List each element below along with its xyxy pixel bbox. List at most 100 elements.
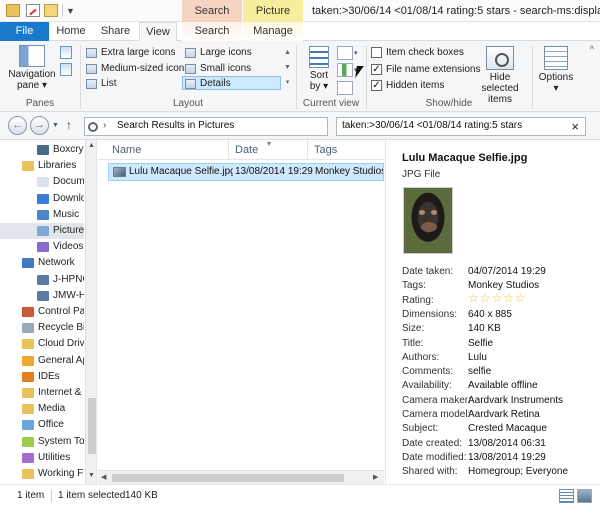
layout-list[interactable]: List bbox=[84, 77, 117, 91]
options-button[interactable]: Options ▾ bbox=[536, 46, 576, 94]
nav-scrollbar[interactable]: ▲ ▼ bbox=[85, 140, 96, 484]
nav-item[interactable]: Working Files bbox=[0, 466, 84, 482]
nav-item[interactable]: Utilities bbox=[0, 450, 84, 466]
preview-pane-icon[interactable] bbox=[60, 46, 72, 59]
nav-item[interactable]: Downloads bbox=[0, 191, 84, 207]
scroll-left-icon[interactable]: ◀ bbox=[101, 473, 106, 481]
nav-item[interactable]: J-HPNC bbox=[0, 272, 84, 288]
property-value[interactable]: selfie bbox=[468, 366, 491, 377]
rating-stars[interactable]: ☆☆☆☆☆ bbox=[468, 292, 527, 304]
new-folder-icon[interactable] bbox=[44, 4, 58, 17]
nav-item[interactable]: Control Panel bbox=[0, 304, 84, 320]
nav-item[interactable]: Boxcryptor bbox=[0, 142, 84, 158]
scroll-down-icon[interactable]: ▼ bbox=[88, 472, 95, 479]
tab-share[interactable]: Share bbox=[93, 22, 138, 41]
panes-group-label: Panes bbox=[25, 98, 55, 109]
back-button[interactable]: ← bbox=[8, 116, 27, 135]
add-columns-icon[interactable] bbox=[337, 63, 353, 77]
nav-item[interactable]: Libraries bbox=[0, 158, 84, 174]
property-value[interactable]: Homegroup; Everyone bbox=[468, 466, 568, 477]
documents-icon bbox=[37, 177, 49, 188]
tab-manage[interactable]: Manage bbox=[243, 22, 303, 41]
layout-details[interactable]: Details bbox=[182, 76, 281, 90]
size-columns-icon[interactable] bbox=[337, 81, 353, 95]
layout-extra-large-icons[interactable]: Extra large icons bbox=[84, 46, 175, 60]
property-value[interactable]: Monkey Studios bbox=[468, 280, 539, 291]
property-value[interactable]: Aardvark Retina bbox=[468, 409, 540, 420]
nav-item[interactable]: Internet & Network bbox=[0, 385, 84, 401]
tab-file[interactable]: File bbox=[0, 22, 49, 41]
layout-large-icons[interactable]: Large icons bbox=[183, 46, 252, 60]
column-name[interactable]: Name bbox=[106, 140, 229, 160]
table-row[interactable]: Lulu Macaque Selfie.jpg 13/08/2014 19:29… bbox=[108, 163, 384, 181]
tab-home[interactable]: Home bbox=[49, 22, 93, 41]
star-icon[interactable]: ☆ bbox=[492, 291, 504, 305]
nav-item[interactable]: Cloud Drives bbox=[0, 336, 84, 352]
scrollbar-thumb[interactable] bbox=[88, 398, 96, 454]
sort-by-button[interactable]: Sort by ▾ bbox=[304, 46, 334, 92]
clear-search-icon[interactable]: × bbox=[571, 119, 579, 134]
column-date[interactable]: Date ▾ bbox=[229, 139, 308, 160]
nav-item[interactable]: General Apps bbox=[0, 353, 84, 369]
tab-search[interactable]: Search bbox=[182, 22, 242, 41]
recent-locations-icon[interactable]: ▼ bbox=[52, 122, 59, 129]
tab-view[interactable]: View bbox=[139, 22, 177, 42]
properties-icon[interactable] bbox=[26, 4, 40, 17]
details-view-icon[interactable] bbox=[559, 489, 574, 503]
layout-scroll-down-icon[interactable]: ▼ bbox=[283, 61, 292, 74]
nav-item[interactable]: Recycle Bin bbox=[0, 320, 84, 336]
star-icon[interactable]: ☆ bbox=[515, 291, 527, 305]
nav-item[interactable]: Office bbox=[0, 417, 84, 433]
horizontal-scrollbar[interactable]: ◀ ▶ bbox=[98, 470, 384, 484]
nav-item[interactable]: Media bbox=[0, 401, 84, 417]
scroll-up-icon[interactable]: ▲ bbox=[88, 142, 95, 149]
layout-scroll-up-icon[interactable]: ▲ bbox=[283, 46, 292, 59]
address-field[interactable]: › Search Results in Pictures ▼ ⟳ bbox=[84, 117, 406, 136]
nav-item[interactable]: Music bbox=[0, 207, 84, 223]
nav-item[interactable]: System Tools bbox=[0, 434, 84, 450]
property-value[interactable]: Aardvark Instruments bbox=[468, 395, 563, 406]
search-input[interactable]: taken:>30/06/14 <01/08/14 rating:5 stars… bbox=[336, 117, 586, 136]
forward-button[interactable]: → bbox=[30, 116, 49, 135]
scroll-right-icon[interactable]: ▶ bbox=[373, 473, 378, 481]
property-value[interactable]: 04/07/2014 19:29 bbox=[468, 266, 546, 277]
star-icon[interactable]: ☆ bbox=[468, 291, 480, 305]
layout-medium-icons[interactable]: Medium-sized icons bbox=[84, 62, 189, 76]
nav-item[interactable]: JMW-HP bbox=[0, 288, 84, 304]
scrollbar-thumb[interactable] bbox=[112, 474, 344, 482]
group-by-dropdown-icon[interactable]: ▾ bbox=[354, 49, 358, 57]
nav-item[interactable]: Pictures bbox=[0, 223, 84, 239]
layout-more-icon[interactable]: ▾ bbox=[283, 76, 292, 89]
layout-small-icons[interactable]: Small icons bbox=[183, 62, 251, 76]
property-value[interactable]: Lulu bbox=[468, 352, 487, 363]
quick-access-dropdown-icon[interactable]: ▼ bbox=[66, 6, 75, 16]
property-value[interactable]: 13/08/2014 06:31 bbox=[468, 438, 546, 449]
property-value[interactable]: Crested Macaque bbox=[468, 423, 547, 434]
large-icons-view-icon[interactable] bbox=[577, 489, 592, 503]
star-icon[interactable]: ☆ bbox=[503, 291, 515, 305]
options-icon bbox=[544, 46, 568, 70]
column-tags[interactable]: Tags bbox=[308, 140, 384, 160]
file-name-cell: Lulu Macaque Selfie.jpg bbox=[129, 166, 233, 177]
star-icon[interactable]: ☆ bbox=[480, 291, 492, 305]
details-pane-icon[interactable] bbox=[60, 63, 72, 76]
navigation-pane-button[interactable]: Navigation pane ▾ bbox=[6, 45, 58, 91]
chevron-right-icon[interactable]: › bbox=[103, 120, 106, 131]
up-button[interactable]: ↑ bbox=[66, 118, 72, 132]
property-value[interactable]: Selfie bbox=[468, 338, 493, 349]
property-value[interactable]: 140 KB bbox=[468, 323, 501, 334]
hidden-items-checkbox[interactable]: ✓ bbox=[371, 80, 382, 91]
computer-icon bbox=[37, 274, 49, 285]
nav-item[interactable]: Network bbox=[0, 255, 84, 271]
collapse-ribbon-icon[interactable]: ^ bbox=[590, 44, 594, 54]
group-by-icon[interactable] bbox=[337, 46, 353, 60]
file-name-extensions-checkbox[interactable]: ✓ bbox=[371, 64, 382, 75]
nav-item[interactable]: Videos bbox=[0, 239, 84, 255]
nav-item[interactable]: Documents bbox=[0, 174, 84, 190]
hide-selected-items-button[interactable]: Hide selected items bbox=[470, 46, 530, 105]
property-value[interactable]: Available offline bbox=[468, 380, 538, 391]
property-value[interactable]: 13/08/2014 19:29 bbox=[468, 452, 546, 463]
nav-item[interactable]: IDEs bbox=[0, 369, 84, 385]
item-checkboxes-checkbox[interactable] bbox=[371, 47, 382, 58]
property-value[interactable]: 640 x 885 bbox=[468, 309, 512, 320]
